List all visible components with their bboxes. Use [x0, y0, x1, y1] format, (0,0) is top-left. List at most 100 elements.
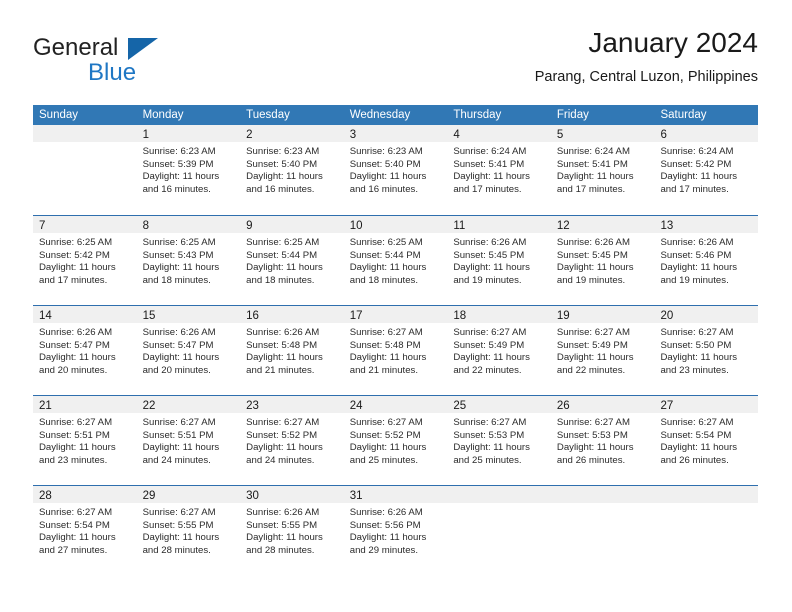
- calendar-day-cell[interactable]: 23 Sunrise: 6:27 AM Sunset: 5:52 PM Dayligh…: [240, 396, 344, 485]
- calendar-day-cell[interactable]: 6 Sunrise: 6:24 AM Sunset: 5:42 PM Daylight…: [654, 125, 759, 215]
- calendar-day-cell[interactable]: 7 Sunrise: 6:25 AM Sunset: 5:42 PM Daylight…: [33, 216, 137, 305]
- day-number-band: 21: [33, 396, 137, 413]
- day-sunrise-text: Sunrise: 6:25 AM: [246, 237, 320, 248]
- calendar-day-cell[interactable]: 15 Sunrise: 6:26 AM Sunset: 5:47 PM Dayligh…: [136, 306, 241, 395]
- day-daylight-2-text: and 18 minutes.: [142, 274, 211, 286]
- day-number: 15: [142, 310, 156, 322]
- day-number-band: 23: [240, 396, 344, 413]
- calendar-day-cell[interactable]: 14 Sunrise: 6:26 AM Sunset: 5:47 PM Dayligh…: [33, 306, 137, 395]
- day-number: 26: [556, 400, 570, 412]
- day-sun-info: Sunrise: 6:26 AM Sunset: 5:45 PM Daylight:…: [447, 233, 551, 287]
- calendar-day-cell[interactable]: 20 Sunrise: 6:27 AM Sunset: 5:50 PM Dayligh…: [654, 306, 759, 395]
- calendar-day-cell[interactable]: 13 Sunrise: 6:26 AM Sunset: 5:46 PM Dayligh…: [654, 216, 759, 305]
- day-sunset-text: Sunset: 5:42 PM: [660, 158, 732, 170]
- day-sunrise-text: Sunrise: 6:26 AM: [556, 237, 630, 248]
- day-sunset-text: Sunset: 5:51 PM: [142, 429, 214, 441]
- day-sunset-text: Sunset: 5:53 PM: [556, 429, 628, 441]
- day-daylight-1-text: Daylight: 11 hours: [39, 442, 116, 454]
- day-sunrise-text: Sunrise: 6:27 AM: [39, 507, 113, 518]
- weekday-header-tuesday: Tuesday: [246, 109, 290, 121]
- day-daylight-1-text: Daylight: 11 hours: [349, 442, 427, 454]
- calendar-day-cell[interactable]: 24 Sunrise: 6:27 AM Sunset: 5:52 PM Dayligh…: [343, 396, 448, 485]
- day-sunset-text: Sunset: 5:54 PM: [660, 429, 732, 441]
- calendar-day-cell[interactable]: 30 Sunrise: 6:26 AM Sunset: 5:55 PM Dayligh…: [240, 486, 344, 575]
- day-sunset-text: Sunset: 5:45 PM: [453, 249, 525, 261]
- day-sunset-text: Sunset: 5:51 PM: [39, 429, 110, 441]
- day-sunset-text: Sunset: 5:47 PM: [39, 339, 110, 351]
- day-sunrise-text: Sunrise: 6:27 AM: [246, 417, 320, 428]
- day-number-band: 7: [33, 216, 137, 233]
- day-number: 11: [453, 220, 466, 232]
- day-sunset-text: Sunset: 5:40 PM: [246, 158, 318, 170]
- calendar-day-cell[interactable]: 31 Sunrise: 6:26 AM Sunset: 5:56 PM Dayligh…: [343, 486, 448, 575]
- day-daylight-2-text: and 29 minutes.: [349, 544, 419, 556]
- day-sun-info: Sunrise: 6:26 AM Sunset: 5:55 PM Daylight:…: [240, 503, 344, 557]
- day-sunrise-text: Sunrise: 6:26 AM: [349, 507, 423, 518]
- day-number: 20: [660, 310, 674, 322]
- calendar-day-cell[interactable]: 22 Sunrise: 6:27 AM Sunset: 5:51 PM Dayligh…: [136, 396, 241, 485]
- day-sun-info: Sunrise: 6:23 AM Sunset: 5:40 PM Daylight:…: [344, 142, 448, 196]
- day-number: 29: [142, 490, 156, 502]
- day-number-band: 2: [240, 125, 344, 142]
- page-subtitle: Parang, Central Luzon, Philippines: [534, 69, 758, 85]
- day-sun-info: Sunrise: 6:27 AM Sunset: 5:49 PM Daylight:…: [551, 323, 655, 377]
- day-daylight-1-text: Daylight: 11 hours: [142, 171, 220, 183]
- day-daylight-2-text: and 19 minutes.: [556, 274, 626, 286]
- day-sun-info: Sunrise: 6:24 AM Sunset: 5:41 PM Daylight:…: [447, 142, 551, 196]
- calendar-day-cell[interactable]: 9 Sunrise: 6:25 AM Sunset: 5:44 PM Daylight…: [240, 216, 344, 305]
- day-number: 30: [246, 490, 259, 502]
- calendar-day-cell[interactable]: 27 Sunrise: 6:27 AM Sunset: 5:54 PM Dayligh…: [654, 396, 759, 485]
- calendar-day-cell[interactable]: 29 Sunrise: 6:27 AM Sunset: 5:55 PM Dayligh…: [136, 486, 241, 575]
- day-number-band: 18: [447, 306, 551, 323]
- day-sun-info: Sunrise: 6:25 AM Sunset: 5:44 PM Daylight:…: [344, 233, 448, 287]
- day-daylight-2-text: and 21 minutes.: [246, 364, 315, 376]
- calendar-day-cell[interactable]: 4 Sunrise: 6:24 AM Sunset: 5:41 PM Daylight…: [447, 125, 551, 215]
- day-sunrise-text: Sunrise: 6:27 AM: [660, 417, 734, 428]
- page-title: January 2024: [588, 27, 758, 58]
- day-sunset-text: Sunset: 5:55 PM: [142, 519, 214, 531]
- day-number-band: 29: [136, 486, 241, 503]
- day-daylight-2-text: and 20 minutes.: [39, 364, 108, 376]
- calendar-day-cell[interactable]: 11 Sunrise: 6:26 AM Sunset: 5:45 PM Dayligh…: [447, 216, 551, 305]
- day-number-band: 30: [240, 486, 344, 503]
- day-daylight-2-text: and 17 minutes.: [39, 274, 108, 286]
- calendar-week-row: 1 Sunrise: 6:23 AM Sunset: 5:39 PM Daylight…: [33, 125, 759, 215]
- day-sunrise-text: Sunrise: 6:26 AM: [246, 507, 320, 518]
- calendar-day-cell[interactable]: 26 Sunrise: 6:27 AM Sunset: 5:53 PM Dayligh…: [550, 396, 655, 485]
- calendar-day-cell[interactable]: 5 Sunrise: 6:24 AM Sunset: 5:41 PM Daylight…: [550, 125, 655, 215]
- calendar-day-cell[interactable]: 25 Sunrise: 6:27 AM Sunset: 5:53 PM Dayligh…: [447, 396, 551, 485]
- day-daylight-2-text: and 26 minutes.: [556, 454, 626, 466]
- day-number: 13: [660, 220, 674, 232]
- day-daylight-1-text: Daylight: 11 hours: [453, 442, 530, 454]
- calendar-day-cell[interactable]: 18 Sunrise: 6:27 AM Sunset: 5:49 PM Dayligh…: [447, 306, 551, 395]
- day-daylight-2-text: and 22 minutes.: [556, 364, 626, 376]
- day-sunrise-text: Sunrise: 6:26 AM: [39, 327, 113, 338]
- calendar-day-cell[interactable]: 8 Sunrise: 6:25 AM Sunset: 5:43 PM Daylight…: [136, 216, 241, 305]
- day-sunrise-text: Sunrise: 6:25 AM: [349, 237, 423, 248]
- day-daylight-2-text: and 18 minutes.: [349, 274, 419, 286]
- calendar-day-cell[interactable]: 16 Sunrise: 6:26 AM Sunset: 5:48 PM Dayligh…: [240, 306, 344, 395]
- day-daylight-1-text: Daylight: 11 hours: [246, 262, 323, 274]
- day-sunset-text: Sunset: 5:42 PM: [39, 249, 110, 261]
- calendar-day-cell[interactable]: 3 Sunrise: 6:23 AM Sunset: 5:40 PM Daylight…: [343, 125, 448, 215]
- day-sunrise-text: Sunrise: 6:27 AM: [39, 417, 113, 428]
- logo-triangle-icon: [128, 38, 158, 60]
- calendar-day-cell[interactable]: 12 Sunrise: 6:26 AM Sunset: 5:45 PM Dayligh…: [550, 216, 655, 305]
- calendar-day-cell[interactable]: 1 Sunrise: 6:23 AM Sunset: 5:39 PM Daylight…: [136, 125, 241, 215]
- day-number-band: 31: [343, 486, 448, 503]
- day-daylight-1-text: Daylight: 11 hours: [246, 171, 323, 183]
- calendar-day-cell[interactable]: 28 Sunrise: 6:27 AM Sunset: 5:54 PM Dayligh…: [33, 486, 137, 575]
- calendar-day-cell[interactable]: 2 Sunrise: 6:23 AM Sunset: 5:40 PM Daylight…: [240, 125, 344, 215]
- day-sunset-text: Sunset: 5:55 PM: [246, 519, 318, 531]
- day-sun-info: Sunrise: 6:27 AM Sunset: 5:50 PM Daylight:…: [654, 323, 758, 377]
- calendar-day-cell[interactable]: 10 Sunrise: 6:25 AM Sunset: 5:44 PM Dayligh…: [343, 216, 448, 305]
- calendar-day-cell[interactable]: 19 Sunrise: 6:27 AM Sunset: 5:49 PM Dayligh…: [550, 306, 655, 395]
- calendar-day-cell[interactable]: 17 Sunrise: 6:27 AM Sunset: 5:48 PM Dayligh…: [343, 306, 448, 395]
- day-sun-info: Sunrise: 6:23 AM Sunset: 5:39 PM Daylight:…: [137, 142, 241, 196]
- day-daylight-2-text: and 28 minutes.: [142, 544, 211, 556]
- day-daylight-2-text: and 16 minutes.: [246, 183, 315, 195]
- day-sunrise-text: Sunrise: 6:27 AM: [142, 417, 216, 428]
- day-daylight-2-text: and 17 minutes.: [556, 183, 626, 195]
- day-daylight-1-text: Daylight: 11 hours: [556, 352, 634, 364]
- calendar-day-cell[interactable]: 21 Sunrise: 6:27 AM Sunset: 5:51 PM Dayligh…: [33, 396, 137, 485]
